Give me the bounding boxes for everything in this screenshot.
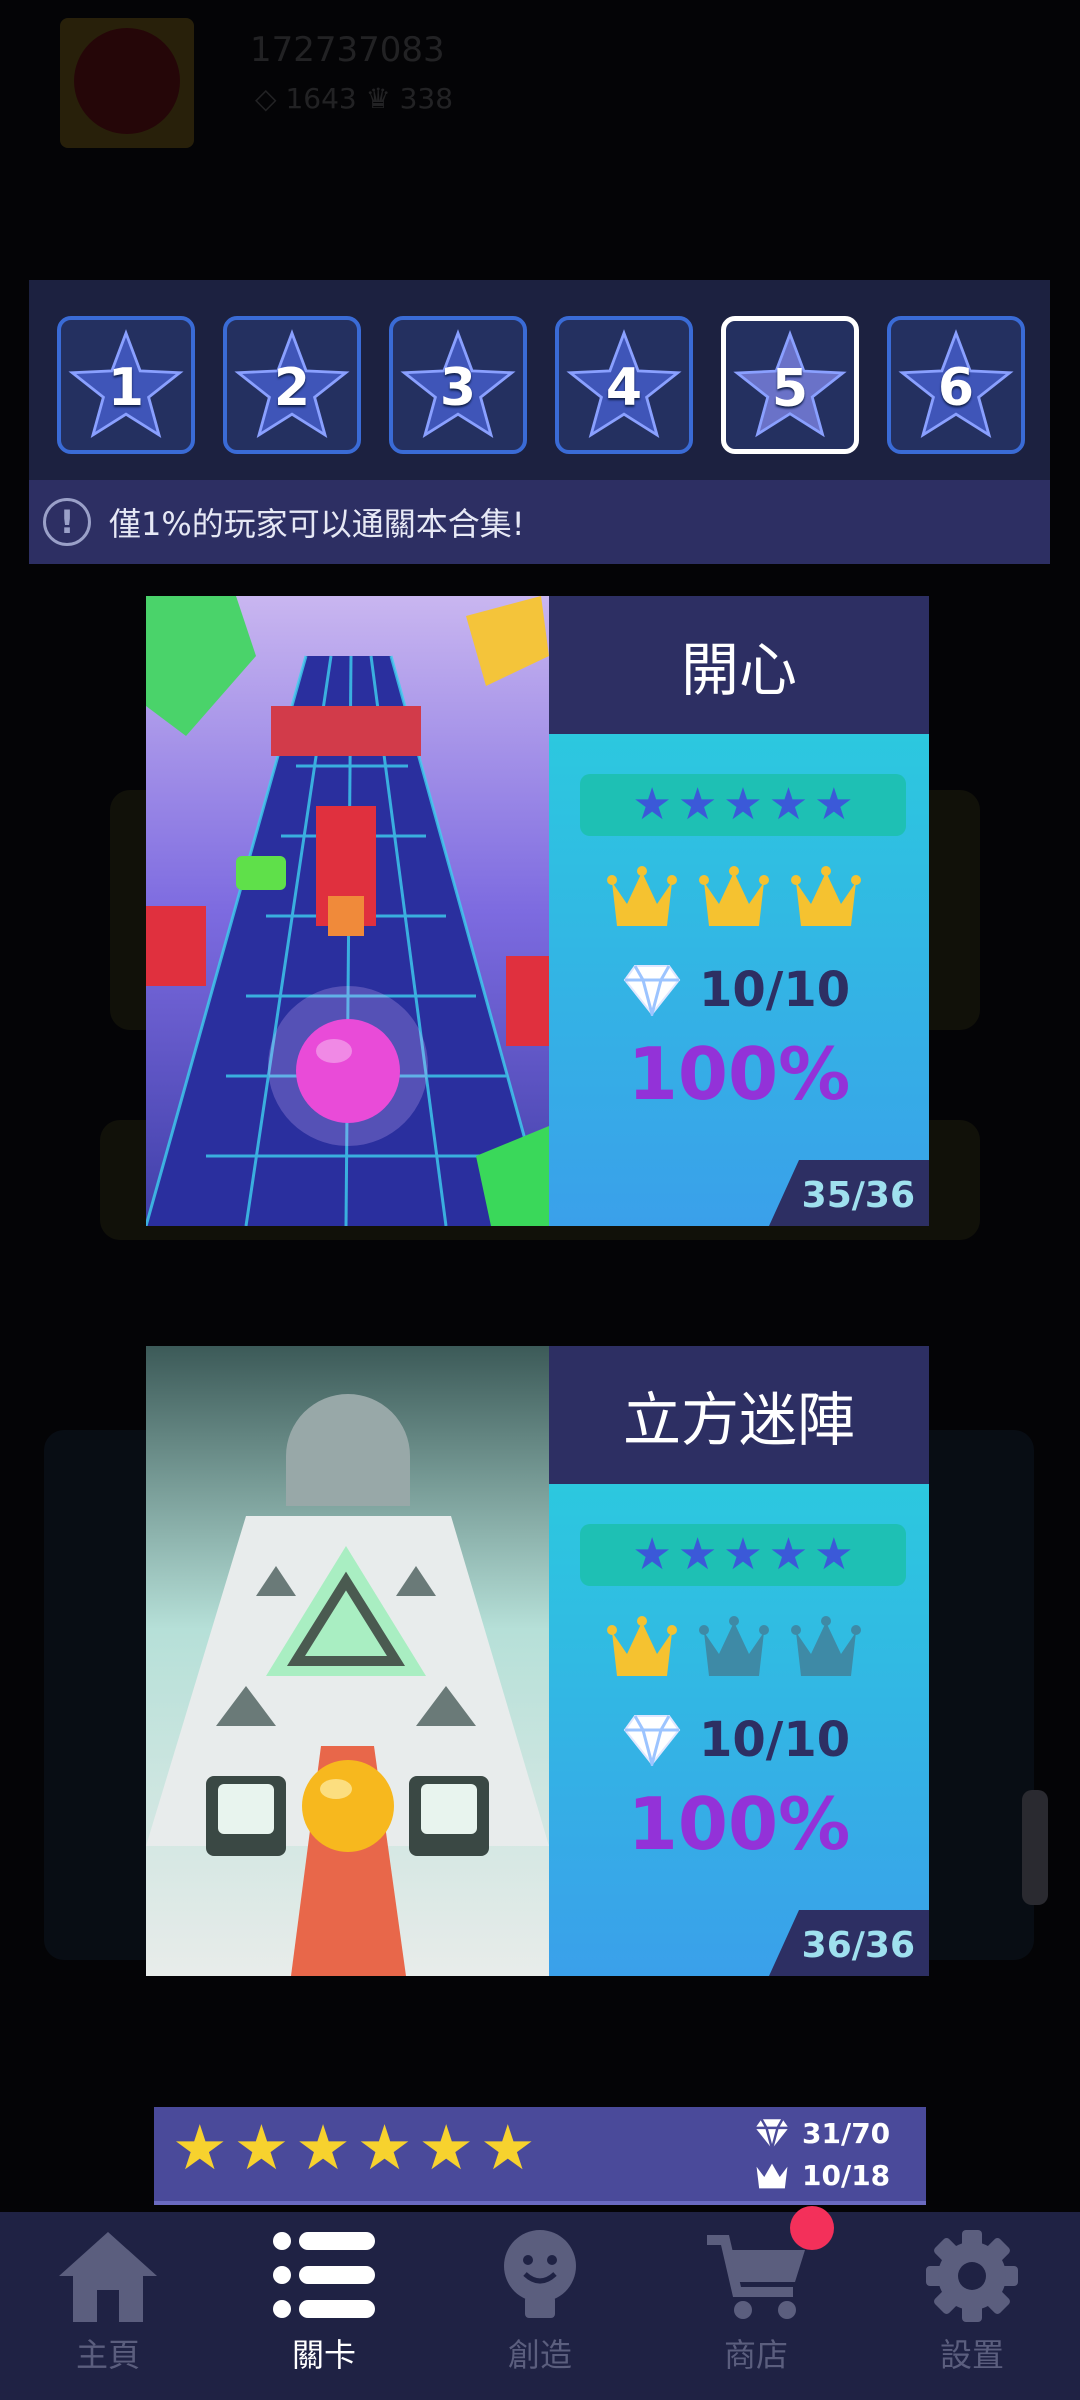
summary-crowns: 10/18 (754, 2159, 890, 2192)
gem-count: 10/10 (699, 962, 851, 1018)
crown-icon (607, 1616, 677, 1676)
summary-crown-count: 10/18 (802, 2159, 891, 2192)
crowns-row (607, 1614, 861, 1684)
level-count-badge: 35/36 (769, 1160, 929, 1226)
star-icon: ★ (677, 779, 718, 830)
lightbulb-icon (504, 2230, 576, 2318)
star-icon: ★ (723, 1529, 763, 1580)
level-tab-1[interactable]: 1 (57, 316, 195, 454)
star-icon: ★ (632, 779, 672, 830)
level-tab-2[interactable]: 2 (223, 316, 361, 454)
star-icon: ★ (479, 2111, 536, 2184)
nav-label: 設置 (939, 2336, 1004, 2374)
diamond-icon (755, 2118, 789, 2150)
crowns-row (607, 864, 861, 934)
level-title: 立方迷陣 (549, 1346, 929, 1484)
nav-home[interactable]: 主頁 (0, 2212, 216, 2400)
star-icon: ★ (768, 779, 809, 830)
avatar (60, 18, 194, 148)
home-icon (59, 2232, 157, 2322)
crown-icon (607, 866, 677, 926)
star-rating: ★ ★ ★ ★ ★ (580, 1524, 906, 1586)
user-stats: ◇ 1643 ♛ 338 (255, 82, 454, 115)
nav-create[interactable]: 創造 (432, 2212, 648, 2400)
crown-icon (791, 1616, 861, 1676)
nav-levels[interactable]: 關卡 (216, 2212, 432, 2400)
summary-stars: ★ ★ ★ ★ ★ ★ (172, 2117, 536, 2179)
level-tab-number: 6 (937, 358, 975, 418)
user-id: 172737083 (250, 30, 445, 70)
crown-icon (756, 2163, 788, 2188)
list-icon (273, 2232, 375, 2318)
level-stats: ★ ★ ★ ★ ★ 10/10 100% 36/36 (549, 1484, 929, 1976)
nav-settings[interactable]: 設置 (864, 2212, 1080, 2400)
crown-icon (791, 866, 861, 926)
level-tab-4[interactable]: 4 (555, 316, 693, 454)
gear-icon (926, 2230, 1018, 2322)
completion-percent: 100% (627, 1032, 851, 1116)
star-icon: ★ (295, 2111, 351, 2184)
level-tab-number: 4 (605, 358, 643, 418)
user-gems: 1643 (285, 82, 357, 115)
level-tab-number: 2 (273, 358, 311, 418)
bottom-nav: 主頁 關卡 創造 商店 設置 (0, 2206, 1080, 2400)
star-icon: ★ (768, 1529, 809, 1580)
nav-label: 創造 (507, 2336, 572, 2374)
level-title: 開心 (549, 596, 929, 734)
nav-shop[interactable]: 商店 (648, 2206, 864, 2400)
diamond-icon (623, 1715, 681, 1766)
level-count-badge: 36/36 (769, 1910, 929, 1976)
star-icon: ★ (172, 2111, 228, 2184)
star-icon: ★ (723, 779, 763, 830)
gem-progress: 10/10 (623, 1712, 850, 1768)
level-tabs: 1 2 3 4 5 6 (57, 316, 1025, 454)
notice-bar: ! 僅1%的玩家可以通關本合集! (29, 480, 1050, 564)
level-artwork-cube-maze (146, 1346, 549, 1976)
diamond-icon (623, 965, 681, 1016)
summary-gem-count: 31/70 (802, 2117, 891, 2150)
level-artwork-happy (146, 596, 551, 1226)
scrollbar[interactable] (1022, 1790, 1048, 1905)
star-icon: ★ (356, 2111, 413, 2184)
background-profile: 172737083 ◇ 1643 ♛ 338 (0, 0, 1080, 170)
level-card[interactable]: 立方迷陣 ★ ★ ★ ★ ★ 10/10 100% 36/36 (146, 1346, 929, 1976)
completion-percent: 100% (627, 1782, 851, 1866)
level-tab-5[interactable]: 5 (721, 316, 859, 454)
level-selector-panel: 1 2 3 4 5 6 ! 僅1%的玩家可以通關本合集! (29, 280, 1050, 564)
level-tab-number: 1 (107, 358, 145, 418)
nav-label: 關卡 (291, 2336, 356, 2374)
level-count: 35/36 (801, 1175, 915, 1216)
level-tab-number: 3 (439, 358, 477, 418)
notice-text: 僅1%的玩家可以通關本合集! (109, 505, 525, 543)
star-icon: ★ (814, 779, 854, 830)
star-icon: ★ (418, 2111, 474, 2184)
level-tab-6[interactable]: 6 (887, 316, 1025, 454)
star-icon: ★ (233, 2111, 290, 2184)
crown-icon (699, 1616, 769, 1676)
notification-badge (790, 2206, 834, 2250)
gem-count: 10/10 (699, 1712, 851, 1768)
user-crowns: 338 (399, 82, 454, 115)
nav-label: 商店 (723, 2336, 788, 2374)
level-count: 36/36 (801, 1925, 915, 1966)
star-icon: ★ (677, 1529, 718, 1580)
star-icon: ★ (632, 1529, 672, 1580)
gem-progress: 10/10 (623, 962, 850, 1018)
star-icon: ★ (814, 1529, 854, 1580)
level-tab-number: 5 (771, 359, 809, 419)
level-tab-3[interactable]: 3 (389, 316, 527, 454)
collection-summary-bar: ★ ★ ★ ★ ★ ★ 31/70 10/18 (154, 2107, 926, 2205)
level-card[interactable]: 開心 ★ ★ ★ ★ ★ 10/10 100% 35/36 (146, 596, 929, 1226)
star-rating: ★ ★ ★ ★ ★ (580, 774, 906, 836)
crown-icon (699, 866, 769, 926)
nav-label: 主頁 (75, 2336, 140, 2374)
exclamation-icon: ! (43, 498, 91, 546)
level-stats: ★ ★ ★ ★ ★ 10/10 100% 35/36 (549, 734, 929, 1226)
summary-gems: 31/70 (754, 2117, 890, 2150)
